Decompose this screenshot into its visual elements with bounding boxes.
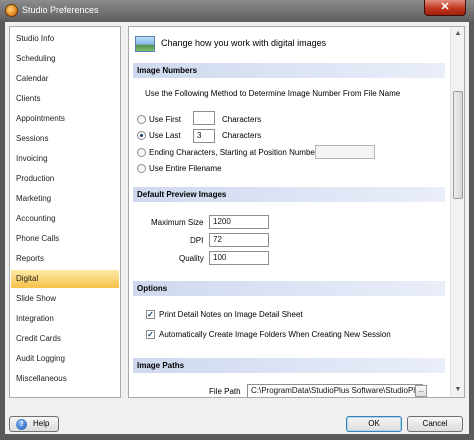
use-first-label: Use First (149, 115, 181, 124)
sidebar-item-studio-info[interactable]: Studio Info (11, 30, 119, 48)
sidebar-item-credit-cards[interactable]: Credit Cards (11, 330, 119, 348)
scrollbar-thumb[interactable] (453, 91, 463, 199)
maximum-size-label: Maximum Size (151, 218, 204, 227)
use-first-suffix: Characters (222, 115, 262, 124)
use-last-label: Use Last (149, 131, 181, 140)
ending-position-input[interactable] (315, 145, 375, 159)
dpi-input[interactable]: 72 (209, 233, 269, 247)
print-notes-label: Print Detail Notes on Image Detail Sheet (159, 310, 303, 319)
sidebar-item-production[interactable]: Production (11, 170, 119, 188)
sidebar-item-slide-show[interactable]: Slide Show (11, 290, 119, 308)
sidebar-item-invoicing[interactable]: Invoicing (11, 150, 119, 168)
sidebar-item-reports[interactable]: Reports (11, 250, 119, 268)
digital-settings-panel: Change how you work with digital images … (128, 26, 465, 398)
close-button[interactable]: ✕ (424, 0, 466, 16)
digital-image-icon (135, 36, 155, 52)
sidebar-item-miscellaneous[interactable]: Miscellaneous (11, 370, 119, 388)
window-title: Studio Preferences (22, 5, 99, 15)
entire-filename-label: Use Entire Filename (149, 164, 222, 173)
sidebar-item-calendar[interactable]: Calendar (11, 70, 119, 88)
quality-label: Quality (179, 254, 204, 263)
section-header-options: Options (133, 281, 445, 296)
sidebar-item-marketing[interactable]: Marketing (11, 190, 119, 208)
help-button-label: Help (33, 419, 50, 428)
title-bar[interactable]: Studio Preferences ✕ (0, 0, 474, 22)
sidebar-item-digital[interactable]: Digital (11, 270, 119, 288)
preferences-window: Studio Preferences ✕ Studio Info Schedul… (0, 0, 474, 440)
sidebar-item-integration[interactable]: Integration (11, 310, 119, 328)
use-first-radio[interactable] (137, 115, 146, 124)
section-header-image-paths: Image Paths (133, 358, 445, 373)
sidebar-item-scheduling[interactable]: Scheduling (11, 50, 119, 68)
category-sidebar: Studio Info Scheduling Calendar Clients … (9, 26, 121, 398)
use-last-suffix: Characters (222, 131, 262, 140)
help-icon: ? (16, 419, 27, 430)
browse-file-path-button[interactable]: ... (415, 385, 427, 397)
scroll-up-arrow-icon[interactable]: ▲ (451, 27, 464, 41)
print-notes-checkbox[interactable]: ✓ (146, 310, 155, 319)
use-last-radio[interactable] (137, 131, 146, 140)
panel-scrollbar[interactable]: ▲ ▼ (450, 27, 464, 397)
file-path-input[interactable]: C:\ProgramData\StudioPlus Software\Studi… (247, 384, 423, 397)
entire-filename-radio[interactable] (137, 164, 146, 173)
sidebar-item-accounting[interactable]: Accounting (11, 210, 119, 228)
section-header-default-preview-images: Default Preview Images (133, 187, 445, 202)
cancel-button[interactable]: Cancel (407, 416, 463, 432)
section-header-image-numbers: Image Numbers (133, 63, 445, 78)
studio-app-icon (5, 4, 18, 17)
sidebar-item-appointments[interactable]: Appointments (11, 110, 119, 128)
sidebar-item-clients[interactable]: Clients (11, 90, 119, 108)
dialog-body: Studio Info Scheduling Calendar Clients … (5, 22, 469, 434)
scroll-down-arrow-icon[interactable]: ▼ (451, 383, 464, 397)
sidebar-item-sessions[interactable]: Sessions (11, 130, 119, 148)
image-number-instruction: Use the Following Method to Determine Im… (145, 89, 401, 98)
sidebar-item-audit-logging[interactable]: Audit Logging (11, 350, 119, 368)
ok-button[interactable]: OK (346, 416, 402, 432)
panel-banner-text: Change how you work with digital images (161, 38, 327, 48)
maximum-size-input[interactable]: 1200 (209, 215, 269, 229)
ending-characters-radio[interactable] (137, 148, 146, 157)
auto-create-folders-checkbox[interactable]: ✓ (146, 330, 155, 339)
quality-input[interactable]: 100 (209, 251, 269, 265)
use-last-input[interactable]: 3 (193, 129, 215, 143)
use-first-input[interactable] (193, 111, 215, 125)
auto-create-folders-label: Automatically Create Image Folders When … (159, 330, 391, 339)
file-path-label: File Path (209, 387, 241, 396)
sidebar-item-phone-calls[interactable]: Phone Calls (11, 230, 119, 248)
help-button[interactable]: ? Help (9, 416, 59, 432)
dpi-label: DPI (190, 236, 204, 245)
ending-characters-label: Ending Characters, Starting at Position … (149, 148, 318, 157)
